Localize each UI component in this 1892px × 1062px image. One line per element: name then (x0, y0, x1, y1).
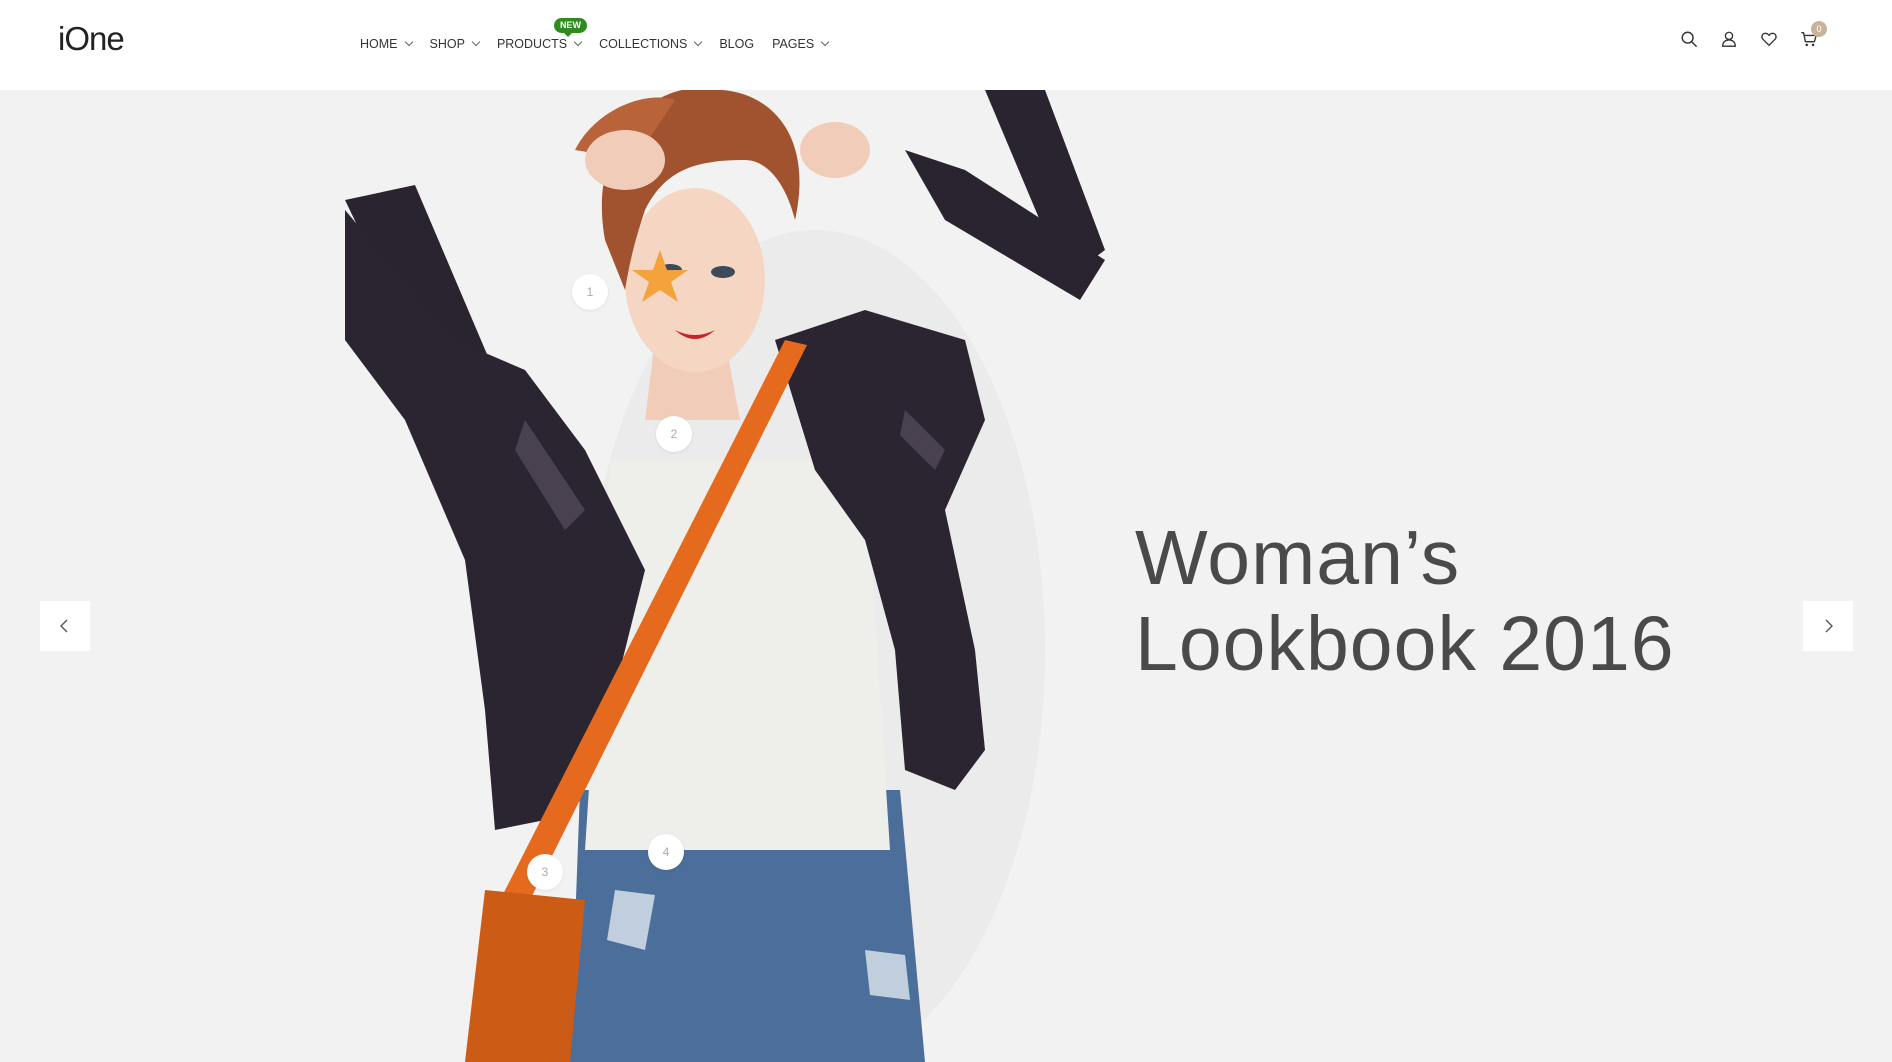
nav-item-label: PAGES (772, 37, 815, 51)
header-icons: 0 (1680, 21, 1840, 52)
account-button[interactable] (1720, 26, 1760, 52)
nav-item-collections[interactable]: COLLECTIONS (599, 37, 703, 51)
hero-headline: Woman’s Lookbook 2016 (1135, 515, 1675, 687)
nav-item-label: PRODUCTS (496, 37, 568, 51)
prev-slide-button[interactable] (40, 601, 90, 651)
chevron-down-icon (404, 37, 413, 47)
nav-item-products[interactable]: New PRODUCTS (496, 18, 587, 51)
chevron-down-icon (471, 37, 481, 47)
hotspot-1[interactable]: 1 (572, 274, 608, 310)
heart-icon (1761, 32, 1777, 46)
headline-line-1: Woman’s (1135, 515, 1461, 601)
site-header: iOne HOME SHOP New PRODUCTS COLLECTIONS … (0, 0, 1892, 90)
chevron-right-icon (1825, 619, 1833, 633)
logo[interactable]: iOne (58, 20, 125, 58)
hotspot-2[interactable]: 2 (656, 416, 692, 452)
nav-item-shop[interactable]: SHOP (429, 37, 481, 51)
chevron-left-icon (60, 619, 68, 633)
wishlist-button[interactable] (1760, 26, 1800, 52)
chevron-down-icon (694, 37, 703, 47)
hotspot-4[interactable]: 4 (648, 834, 684, 870)
nav-item-label: COLLECTIONS (599, 37, 688, 51)
nav-item-pages[interactable]: PAGES (772, 37, 830, 51)
nav-item-home[interactable]: HOME (360, 37, 413, 51)
new-badge: New (553, 18, 587, 37)
hero-slider: 1 2 3 4 Woman’s Lookbook 2016 (0, 90, 1892, 1062)
main-nav: HOME SHOP New PRODUCTS COLLECTIONS BLOG … (360, 18, 846, 54)
nav-item-label: SHOP (429, 37, 465, 51)
hotspot-3[interactable]: 3 (527, 854, 563, 890)
cart-count-badge: 0 (1811, 21, 1827, 37)
headline-line-2: Lookbook 2016 (1135, 601, 1675, 687)
user-icon (1722, 31, 1736, 47)
nav-item-label: HOME (360, 37, 398, 51)
nav-item-blog[interactable]: BLOG (719, 37, 754, 51)
model-image (345, 90, 1105, 1062)
nav-item-label: BLOG (719, 37, 755, 51)
chevron-down-icon (573, 37, 583, 47)
chevron-down-icon (820, 37, 830, 47)
search-icon (1681, 31, 1697, 47)
search-button[interactable] (1680, 26, 1720, 52)
cart-button[interactable]: 0 (1800, 21, 1840, 52)
next-slide-button[interactable] (1803, 601, 1853, 651)
